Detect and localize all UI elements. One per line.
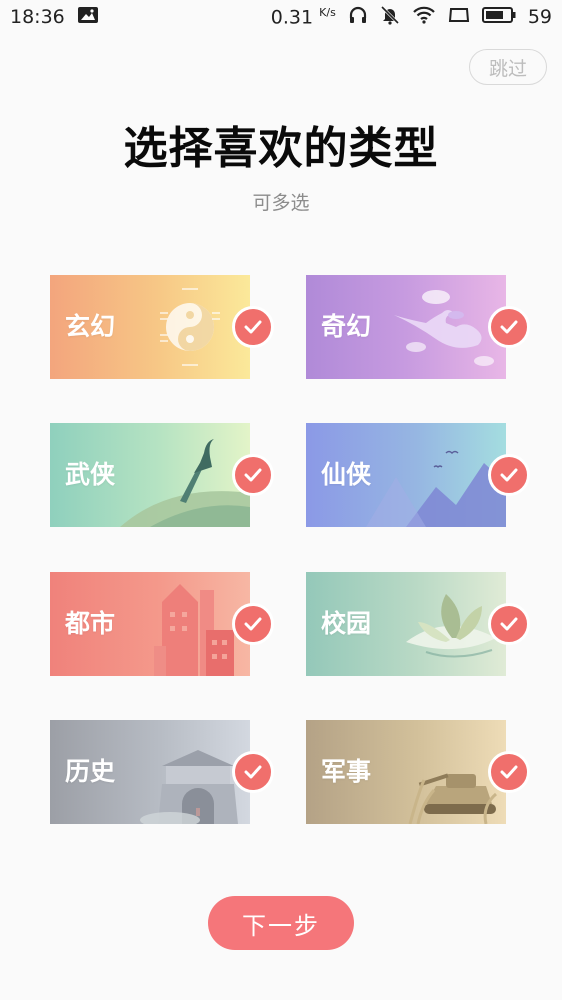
category-label: 玄幻 (65, 312, 116, 341)
network-speed: 0.31 K/s (271, 6, 336, 28)
headphones-icon (348, 6, 368, 29)
image-notification-icon (77, 6, 99, 29)
check-icon (488, 751, 530, 793)
mute-bell-icon (380, 5, 400, 30)
category-card-wuxia[interactable]: 武侠 (50, 423, 274, 527)
category-card-xuanhuan[interactable]: 玄幻 (50, 275, 274, 379)
category-card-lishi[interactable]: 历史 (50, 720, 274, 824)
clock: 18:36 (10, 6, 65, 28)
page-subtitle: 可多选 (252, 192, 310, 214)
check-icon (488, 603, 530, 645)
next-step-button[interactable]: 下一步 (208, 896, 354, 950)
check-icon (232, 751, 274, 793)
check-icon (488, 454, 530, 496)
category-card-xiaoyuan[interactable]: 校园 (306, 572, 530, 676)
category-card-qihuan[interactable]: 奇幻 (306, 275, 530, 379)
category-card-junshi[interactable]: 军事 (306, 720, 530, 824)
network-speed-value: 0.31 (270, 6, 314, 29)
check-icon (488, 306, 530, 348)
category-label: 仙侠 (321, 460, 372, 489)
battery-level: 59 (527, 6, 552, 28)
category-label: 历史 (65, 757, 116, 786)
category-label: 奇幻 (321, 312, 372, 341)
check-icon (232, 306, 274, 348)
status-bar: 18:36 0.31 K/s 59 (0, 0, 562, 34)
category-label: 都市 (65, 609, 116, 638)
category-label: 武侠 (65, 460, 116, 489)
wifi-icon (412, 6, 436, 29)
battery-icon (481, 6, 516, 29)
category-label: 军事 (321, 757, 372, 786)
category-label: 校园 (321, 609, 372, 638)
check-icon (232, 454, 274, 496)
screen-icon (448, 6, 470, 29)
check-icon (232, 603, 274, 645)
skip-button[interactable]: 跳过 (469, 49, 547, 85)
page-title: 选择喜欢的类型 (123, 123, 439, 174)
category-card-dushi[interactable]: 都市 (50, 572, 274, 676)
category-card-xianxia[interactable]: 仙侠 (306, 423, 530, 527)
network-speed-unit: K/s (319, 5, 336, 19)
